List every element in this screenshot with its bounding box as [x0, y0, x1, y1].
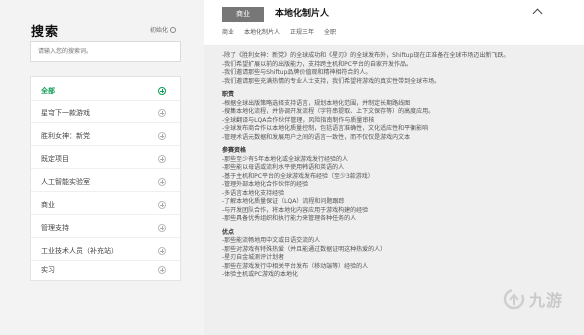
job-title: 本地化制片人 [275, 9, 330, 19]
reset-button[interactable]: 初始化 [150, 25, 177, 34]
job-category-tag: 商业 [222, 7, 264, 22]
requirement-line: -多语言本地化支持经验 [222, 189, 285, 197]
category-label: 星穹下一款游戏 [41, 108, 90, 117]
category-item[interactable]: 实习 [31, 260, 182, 280]
category-item[interactable]: 人工智能实验室 [31, 172, 182, 192]
duty-line: -搜集本地化流程，并协调开发流程（字符串提取、上下文保存等）的高度应用。 [222, 108, 435, 115]
duty-line: -全球发布商合作以本地化质量控制，包括语言准确性，文化适应性和平衡影响 [222, 125, 429, 132]
requirement-line: -基于主机和PC平台的全球游戏发布经验（至少3款游戏） [222, 172, 374, 180]
preference-line: -那些对游戏有特殊热爱（并且能通过数据证明这种热爱的人） [222, 245, 387, 253]
preference-line: -那些在游戏发行中相关平台发布（移动端等）经验的人 [222, 262, 369, 270]
preferences-heading: 优点 [222, 228, 235, 236]
category-item[interactable]: 商业 [31, 195, 182, 215]
meta-type: 全职 [324, 29, 337, 36]
category-item[interactable]: 星穹下一款游戏 [31, 103, 182, 123]
plus-circle-icon [158, 108, 166, 117]
search-title: 搜索 [31, 25, 60, 40]
category-label: 实习 [41, 266, 55, 274]
meta-experience: 正规三年 [290, 29, 315, 36]
jiuyou-logo-icon [503, 288, 525, 310]
plus-circle-icon [158, 154, 166, 163]
plus-circle-icon [158, 131, 166, 140]
requirement-line: -那些具备优秀组织和执行能力来管理各种任务的人 [222, 215, 357, 222]
category-item[interactable]: 胜利女神：新党 [31, 126, 182, 146]
category-list: 全部 星穹下一款游戏 胜利女神：新党 既定项目 人工智能实验室 商业 管理支持 [30, 76, 182, 281]
category-item-all[interactable]: 全部 [31, 81, 182, 101]
category-label: 工业技术人员（补充站） [41, 246, 118, 255]
preference-line: -那些能流畅地用中文或日语交流的人 [222, 237, 321, 244]
intro-line: -我们邀请那些与Shiftup品牌价值观和精神相符合的人。 [222, 69, 372, 76]
meta-position: 本地化制片人 [244, 29, 281, 36]
requirement-line: -与开发团队合作，将本地化内容应用于游戏构建的经验 [222, 206, 369, 214]
requirements-heading: 参赛资格 [222, 147, 247, 154]
filter-sidebar: 搜索 初始化 全部 星穹下一款游戏 胜利女神：新党 既定项目 人工智能实验室 商… [0, 0, 200, 335]
job-detail-panel: 商业 本地化制片人 商业 本地化制片人 正规三年 全职 -除了《胜利女神：新党》… [204, 0, 584, 335]
reset-label: 初始化 [150, 27, 169, 34]
job-meta: 商业 本地化制片人 正规三年 全职 [222, 27, 336, 36]
intro-line: -除了《胜利女神：新党》的全球成功和《星刃》的全球发布外，Shiftup现在正准… [222, 52, 510, 59]
search-input[interactable] [30, 41, 181, 62]
category-label: 既定项目 [41, 154, 69, 163]
preference-line: -星刃自金城测评计划者 [222, 254, 285, 261]
plus-circle-icon [158, 200, 166, 209]
category-label: 全部 [41, 86, 55, 95]
intro-line: -我们邀请那些充满热情的专业人士支持，我们希望将游戏的真实性带到全球市场。 [222, 77, 441, 85]
job-header[interactable]: 商业 本地化制片人 商业 本地化制片人 正规三年 全职 [204, 0, 584, 46]
plus-circle-icon [158, 86, 166, 95]
plus-circle-icon [158, 266, 166, 274]
duties-heading: 职责 [222, 91, 235, 98]
category-label: 管理支持 [41, 223, 69, 232]
category-item[interactable]: 工业技术人员（补充站） [31, 241, 182, 261]
category-label: 人工智能实验室 [41, 177, 90, 186]
plus-circle-icon [158, 246, 166, 255]
category-label: 商业 [41, 200, 55, 209]
intro-line: -我们希望扩展以前的出版能力，支持跨主机和PC平台的自家开发作品。 [222, 60, 412, 68]
duty-line: -管理术语元数据和发展用户之间的语言一致性，而不仅仅是游戏内文本 [222, 133, 411, 141]
duty-line: -全球翻译与LQA合作伙伴管理，风险指南制作与质量审核 [222, 116, 375, 124]
plus-circle-icon [158, 223, 166, 232]
requirement-line: -那些能以母语或流利水平使用韩语和英语的人 [222, 164, 345, 171]
category-item[interactable]: 管理支持 [31, 218, 182, 238]
requirement-line: -那些至少有5年本地化或全球游戏发行经验的人 [222, 155, 348, 163]
meta-category: 商业 [222, 29, 235, 36]
chevron-up-icon[interactable] [532, 8, 543, 19]
requirement-line: -了解本地化质量保证（LQA）流程和问题跟踪 [222, 198, 345, 205]
reset-icon [170, 26, 177, 33]
duty-line: -根据全球出版策略选择支持语言，规划本地化范围，并制定长期路线图 [222, 99, 411, 107]
category-label: 胜利女神：新党 [41, 131, 90, 140]
plus-circle-icon [158, 177, 166, 186]
category-item[interactable]: 既定项目 [31, 149, 182, 169]
watermark-text: 九游 [529, 291, 564, 310]
requirement-line: -管理外部本地化合作伙伴的经验 [222, 181, 309, 188]
preference-line: -体验主机或PC游戏的本地化 [222, 271, 298, 278]
site-watermark: 九游 [503, 287, 563, 311]
